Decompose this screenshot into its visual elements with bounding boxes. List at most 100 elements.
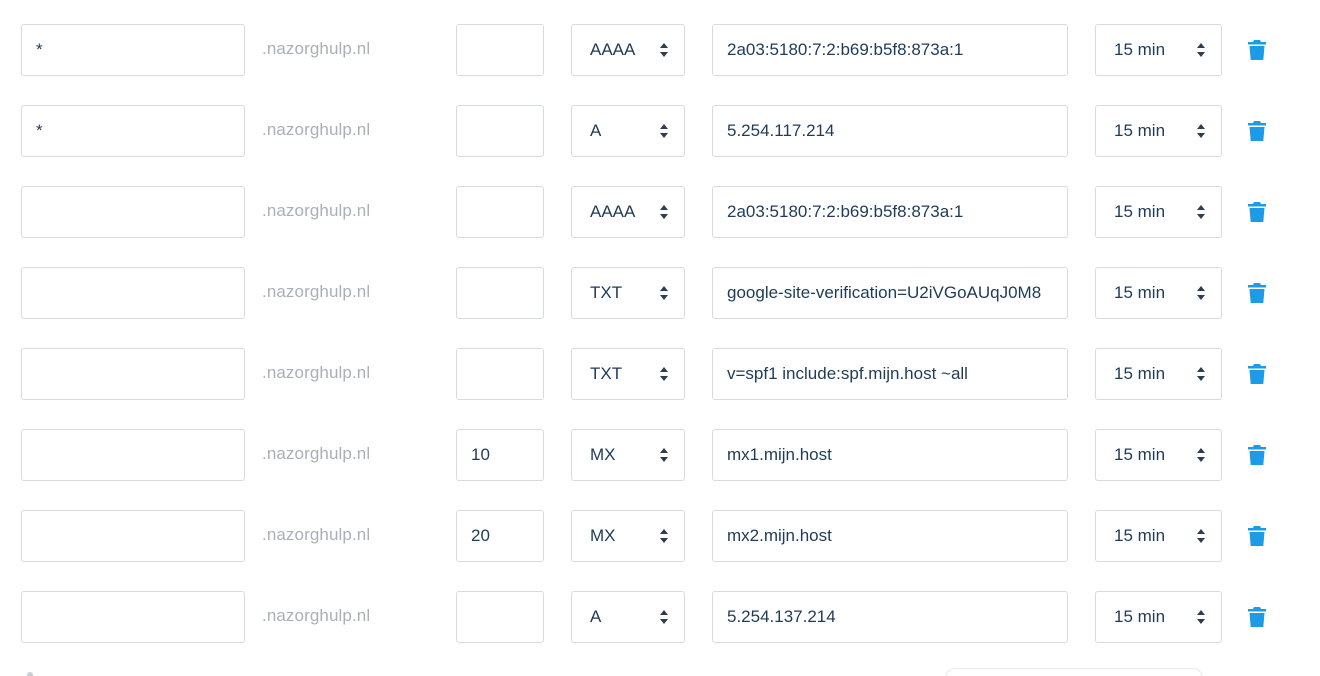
record-type-select[interactable]: AAAA bbox=[571, 186, 685, 238]
sort-arrows-icon bbox=[660, 610, 668, 624]
record-priority-input[interactable] bbox=[456, 24, 544, 76]
domain-suffix-label: .nazorghulp.nl bbox=[262, 201, 371, 220]
record-ttl-value: 15 min bbox=[1114, 121, 1166, 140]
domain-suffix-label: .nazorghulp.nl bbox=[262, 444, 371, 463]
record-name-input[interactable] bbox=[21, 348, 245, 400]
record-ttl-value: 15 min bbox=[1114, 445, 1166, 464]
sort-arrows-icon bbox=[660, 286, 668, 300]
record-priority-value: 10 bbox=[471, 445, 490, 464]
domain-suffix-label: .nazorghulp.nl bbox=[262, 39, 371, 58]
record-priority-input[interactable] bbox=[456, 105, 544, 157]
record-ttl-value: 15 min bbox=[1114, 526, 1166, 545]
dns-record-row: .nazorghulp.nl 10 MX mx1.mijn.host 15 mi… bbox=[0, 429, 1320, 483]
record-ttl-value: 15 min bbox=[1114, 607, 1166, 626]
dns-record-row: .nazorghulp.nl 20 MX mx2.mijn.host 15 mi… bbox=[0, 510, 1320, 564]
sort-arrows-icon bbox=[1197, 367, 1205, 381]
record-value-input[interactable]: google-site-verification=U2iVGoAUqJ0M8 bbox=[712, 267, 1068, 319]
sort-arrows-icon bbox=[660, 43, 668, 57]
record-priority-input[interactable]: 10 bbox=[456, 429, 544, 481]
record-priority-input[interactable] bbox=[456, 348, 544, 400]
record-type-value: AAAA bbox=[590, 202, 636, 221]
record-priority-input[interactable] bbox=[456, 267, 544, 319]
sort-arrows-icon bbox=[1197, 448, 1205, 462]
record-value-input[interactable]: 5.254.137.214 bbox=[712, 591, 1068, 643]
record-value-text: 5.254.117.214 bbox=[727, 121, 835, 140]
record-ttl-select[interactable]: 15 min bbox=[1095, 348, 1222, 400]
record-value-input[interactable]: 2a03:5180:7:2:b69:b5f8:873a:1 bbox=[712, 186, 1068, 238]
record-name-value: * bbox=[36, 121, 43, 140]
record-type-value: TXT bbox=[590, 364, 623, 383]
trash-icon[interactable] bbox=[1248, 364, 1266, 384]
record-ttl-select[interactable]: 15 min bbox=[1095, 267, 1222, 319]
domain-suffix-label: .nazorghulp.nl bbox=[262, 120, 371, 139]
record-ttl-select[interactable]: 15 min bbox=[1095, 591, 1222, 643]
record-value-text: 2a03:5180:7:2:b69:b5f8:873a:1 bbox=[727, 40, 964, 59]
sort-arrows-icon bbox=[1197, 205, 1205, 219]
record-type-select[interactable]: A bbox=[571, 591, 685, 643]
record-type-value: MX bbox=[590, 445, 616, 464]
record-value-input[interactable]: mx1.mijn.host bbox=[712, 429, 1068, 481]
trash-icon[interactable] bbox=[1248, 607, 1266, 627]
record-type-value: AAAA bbox=[590, 40, 636, 59]
sort-arrows-icon bbox=[1197, 610, 1205, 624]
record-ttl-select[interactable]: 15 min bbox=[1095, 105, 1222, 157]
record-value-input[interactable]: v=spf1 include:spf.mijn.host ~all bbox=[712, 348, 1068, 400]
record-ttl-select[interactable]: 15 min bbox=[1095, 429, 1222, 481]
record-type-select[interactable]: A bbox=[571, 105, 685, 157]
sort-arrows-icon bbox=[660, 124, 668, 138]
record-value-input[interactable]: mx2.mijn.host bbox=[712, 510, 1068, 562]
record-ttl-value: 15 min bbox=[1114, 283, 1166, 302]
record-type-select[interactable]: TXT bbox=[571, 267, 685, 319]
trash-icon[interactable] bbox=[1248, 202, 1266, 222]
record-value-text: v=spf1 include:spf.mijn.host ~all bbox=[727, 364, 968, 383]
domain-suffix-label: .nazorghulp.nl bbox=[262, 282, 371, 301]
record-type-value: A bbox=[590, 607, 602, 626]
record-value-text: mx2.mijn.host bbox=[727, 526, 832, 545]
trash-icon[interactable] bbox=[1248, 445, 1266, 465]
record-name-input[interactable] bbox=[21, 510, 245, 562]
record-name-input[interactable] bbox=[21, 591, 245, 643]
record-name-input[interactable] bbox=[21, 267, 245, 319]
dns-record-row: .nazorghulp.nl AAAA 2a03:5180:7:2:b69:b5… bbox=[0, 186, 1320, 240]
record-name-input[interactable] bbox=[21, 429, 245, 481]
domain-suffix-label: .nazorghulp.nl bbox=[262, 525, 371, 544]
record-value-input[interactable]: 2a03:5180:7:2:b69:b5f8:873a:1 bbox=[712, 24, 1068, 76]
record-type-select[interactable]: MX bbox=[571, 429, 685, 481]
domain-suffix-label: .nazorghulp.nl bbox=[262, 606, 371, 625]
record-ttl-select[interactable]: 15 min bbox=[1095, 510, 1222, 562]
sort-arrows-icon bbox=[1197, 529, 1205, 543]
record-type-select[interactable]: TXT bbox=[571, 348, 685, 400]
record-type-select[interactable]: AAAA bbox=[571, 24, 685, 76]
record-type-value: TXT bbox=[590, 283, 623, 302]
dns-record-row: .nazorghulp.nl TXT v=spf1 include:spf.mi… bbox=[0, 348, 1320, 402]
domain-suffix-label: .nazorghulp.nl bbox=[262, 363, 371, 382]
record-priority-input[interactable]: 20 bbox=[456, 510, 544, 562]
trash-icon[interactable] bbox=[1248, 526, 1266, 546]
dns-record-row: * .nazorghulp.nl AAAA 2a03:5180:7:2:b69:… bbox=[0, 24, 1320, 78]
dns-records-page: * .nazorghulp.nl AAAA 2a03:5180:7:2:b69:… bbox=[0, 0, 1320, 676]
dns-record-row: * .nazorghulp.nl A 5.254.117.214 15 min bbox=[0, 105, 1320, 159]
record-ttl-select[interactable]: 15 min bbox=[1095, 24, 1222, 76]
record-name-input[interactable] bbox=[21, 186, 245, 238]
partial-element-bottom-left bbox=[27, 672, 33, 676]
sort-arrows-icon bbox=[660, 205, 668, 219]
sort-arrows-icon bbox=[1197, 286, 1205, 300]
record-value-input[interactable]: 5.254.117.214 bbox=[712, 105, 1068, 157]
record-name-input[interactable]: * bbox=[21, 24, 245, 76]
record-value-text: google-site-verification=U2iVGoAUqJ0M8 bbox=[727, 283, 1042, 302]
record-name-value: * bbox=[36, 40, 43, 59]
record-type-select[interactable]: MX bbox=[571, 510, 685, 562]
trash-icon[interactable] bbox=[1248, 121, 1266, 141]
sort-arrows-icon bbox=[660, 529, 668, 543]
record-ttl-select[interactable]: 15 min bbox=[1095, 186, 1222, 238]
trash-icon[interactable] bbox=[1248, 40, 1266, 60]
record-priority-input[interactable] bbox=[456, 591, 544, 643]
record-value-text: 5.254.137.214 bbox=[727, 607, 836, 626]
partial-button-bottom[interactable] bbox=[945, 668, 1203, 676]
record-type-value: A bbox=[590, 121, 602, 140]
record-name-input[interactable]: * bbox=[21, 105, 245, 157]
record-ttl-value: 15 min bbox=[1114, 202, 1166, 221]
trash-icon[interactable] bbox=[1248, 283, 1266, 303]
sort-arrows-icon bbox=[1197, 43, 1205, 57]
record-priority-input[interactable] bbox=[456, 186, 544, 238]
